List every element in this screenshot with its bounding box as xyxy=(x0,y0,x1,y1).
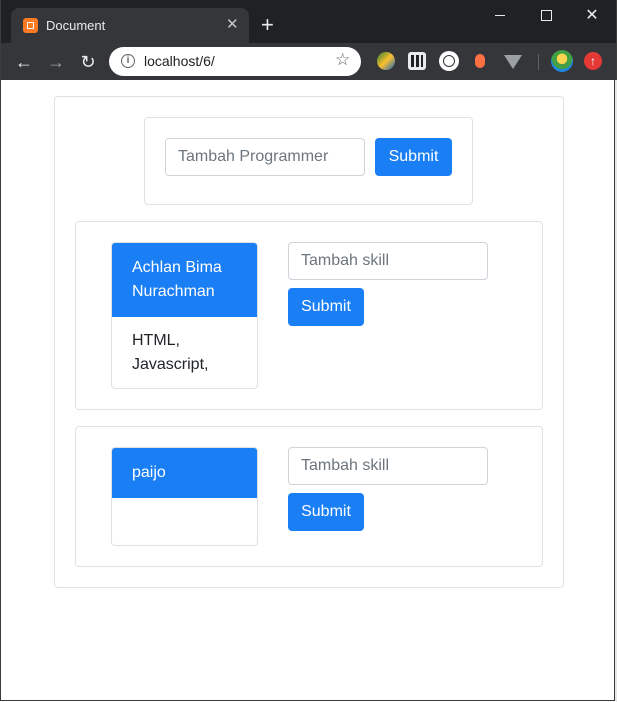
minimize-icon[interactable] xyxy=(477,0,523,30)
browser-toolbar: ← → ↻ i localhost/6/ ☆ ↑ xyxy=(0,43,617,80)
programmer-skills xyxy=(112,498,257,522)
programmer-card: paijo Submit xyxy=(75,426,543,567)
programmer-skills: HTML, Javascript, xyxy=(132,332,209,373)
back-arrow-icon[interactable]: ← xyxy=(11,49,37,75)
maximize-icon[interactable] xyxy=(523,0,569,30)
browser-tab[interactable]: Document ✕ xyxy=(11,8,249,43)
add-programmer-card: Submit xyxy=(144,117,473,205)
extension-circle-icon[interactable] xyxy=(439,51,459,71)
window-close-icon[interactable]: ✕ xyxy=(569,0,615,30)
add-programmer-input[interactable] xyxy=(165,138,365,176)
address-bar[interactable]: i localhost/6/ ☆ xyxy=(109,47,361,76)
reload-icon[interactable]: ↻ xyxy=(75,49,101,75)
browser-titlebar: Document ✕ + ✕ xyxy=(0,0,617,43)
tab-title: Document xyxy=(46,18,106,33)
add-programmer-submit-button[interactable]: Submit xyxy=(375,138,452,176)
programmer-name: Achlan Bima Nurachman xyxy=(112,243,257,317)
forward-arrow-icon[interactable]: → xyxy=(43,49,69,75)
page-viewport: Submit Achlan Bima Nurachman HTML, Javas… xyxy=(0,80,615,701)
url-text[interactable]: localhost/6/ xyxy=(144,53,215,69)
programmer-card: Achlan Bima Nurachman HTML, Javascript, … xyxy=(75,221,543,410)
tab-close-icon[interactable]: ✕ xyxy=(226,16,239,34)
extension-globe-icon[interactable] xyxy=(377,52,395,70)
add-skill-submit-button[interactable]: Submit xyxy=(288,493,364,531)
add-skill-input[interactable] xyxy=(288,447,488,485)
add-skill-submit-button[interactable]: Submit xyxy=(288,288,364,326)
extension-capsule-icon[interactable] xyxy=(475,54,485,68)
new-tab-icon[interactable]: + xyxy=(261,14,274,36)
site-info-icon[interactable]: i xyxy=(121,54,135,68)
extension-vue-icon[interactable] xyxy=(504,55,522,69)
programmer-name-card: Achlan Bima Nurachman HTML, Javascript, xyxy=(111,242,258,389)
add-skill-input[interactable] xyxy=(288,242,488,280)
profile-avatar[interactable] xyxy=(551,50,573,72)
bookmark-star-icon[interactable]: ☆ xyxy=(335,50,350,70)
update-arrow-icon[interactable]: ↑ xyxy=(584,52,602,70)
xampp-favicon-icon xyxy=(23,18,38,33)
extension-qr-icon[interactable] xyxy=(408,52,426,70)
toolbar-divider xyxy=(538,54,539,70)
programmer-name-card: paijo xyxy=(111,447,258,546)
programmer-name: paijo xyxy=(112,448,257,498)
